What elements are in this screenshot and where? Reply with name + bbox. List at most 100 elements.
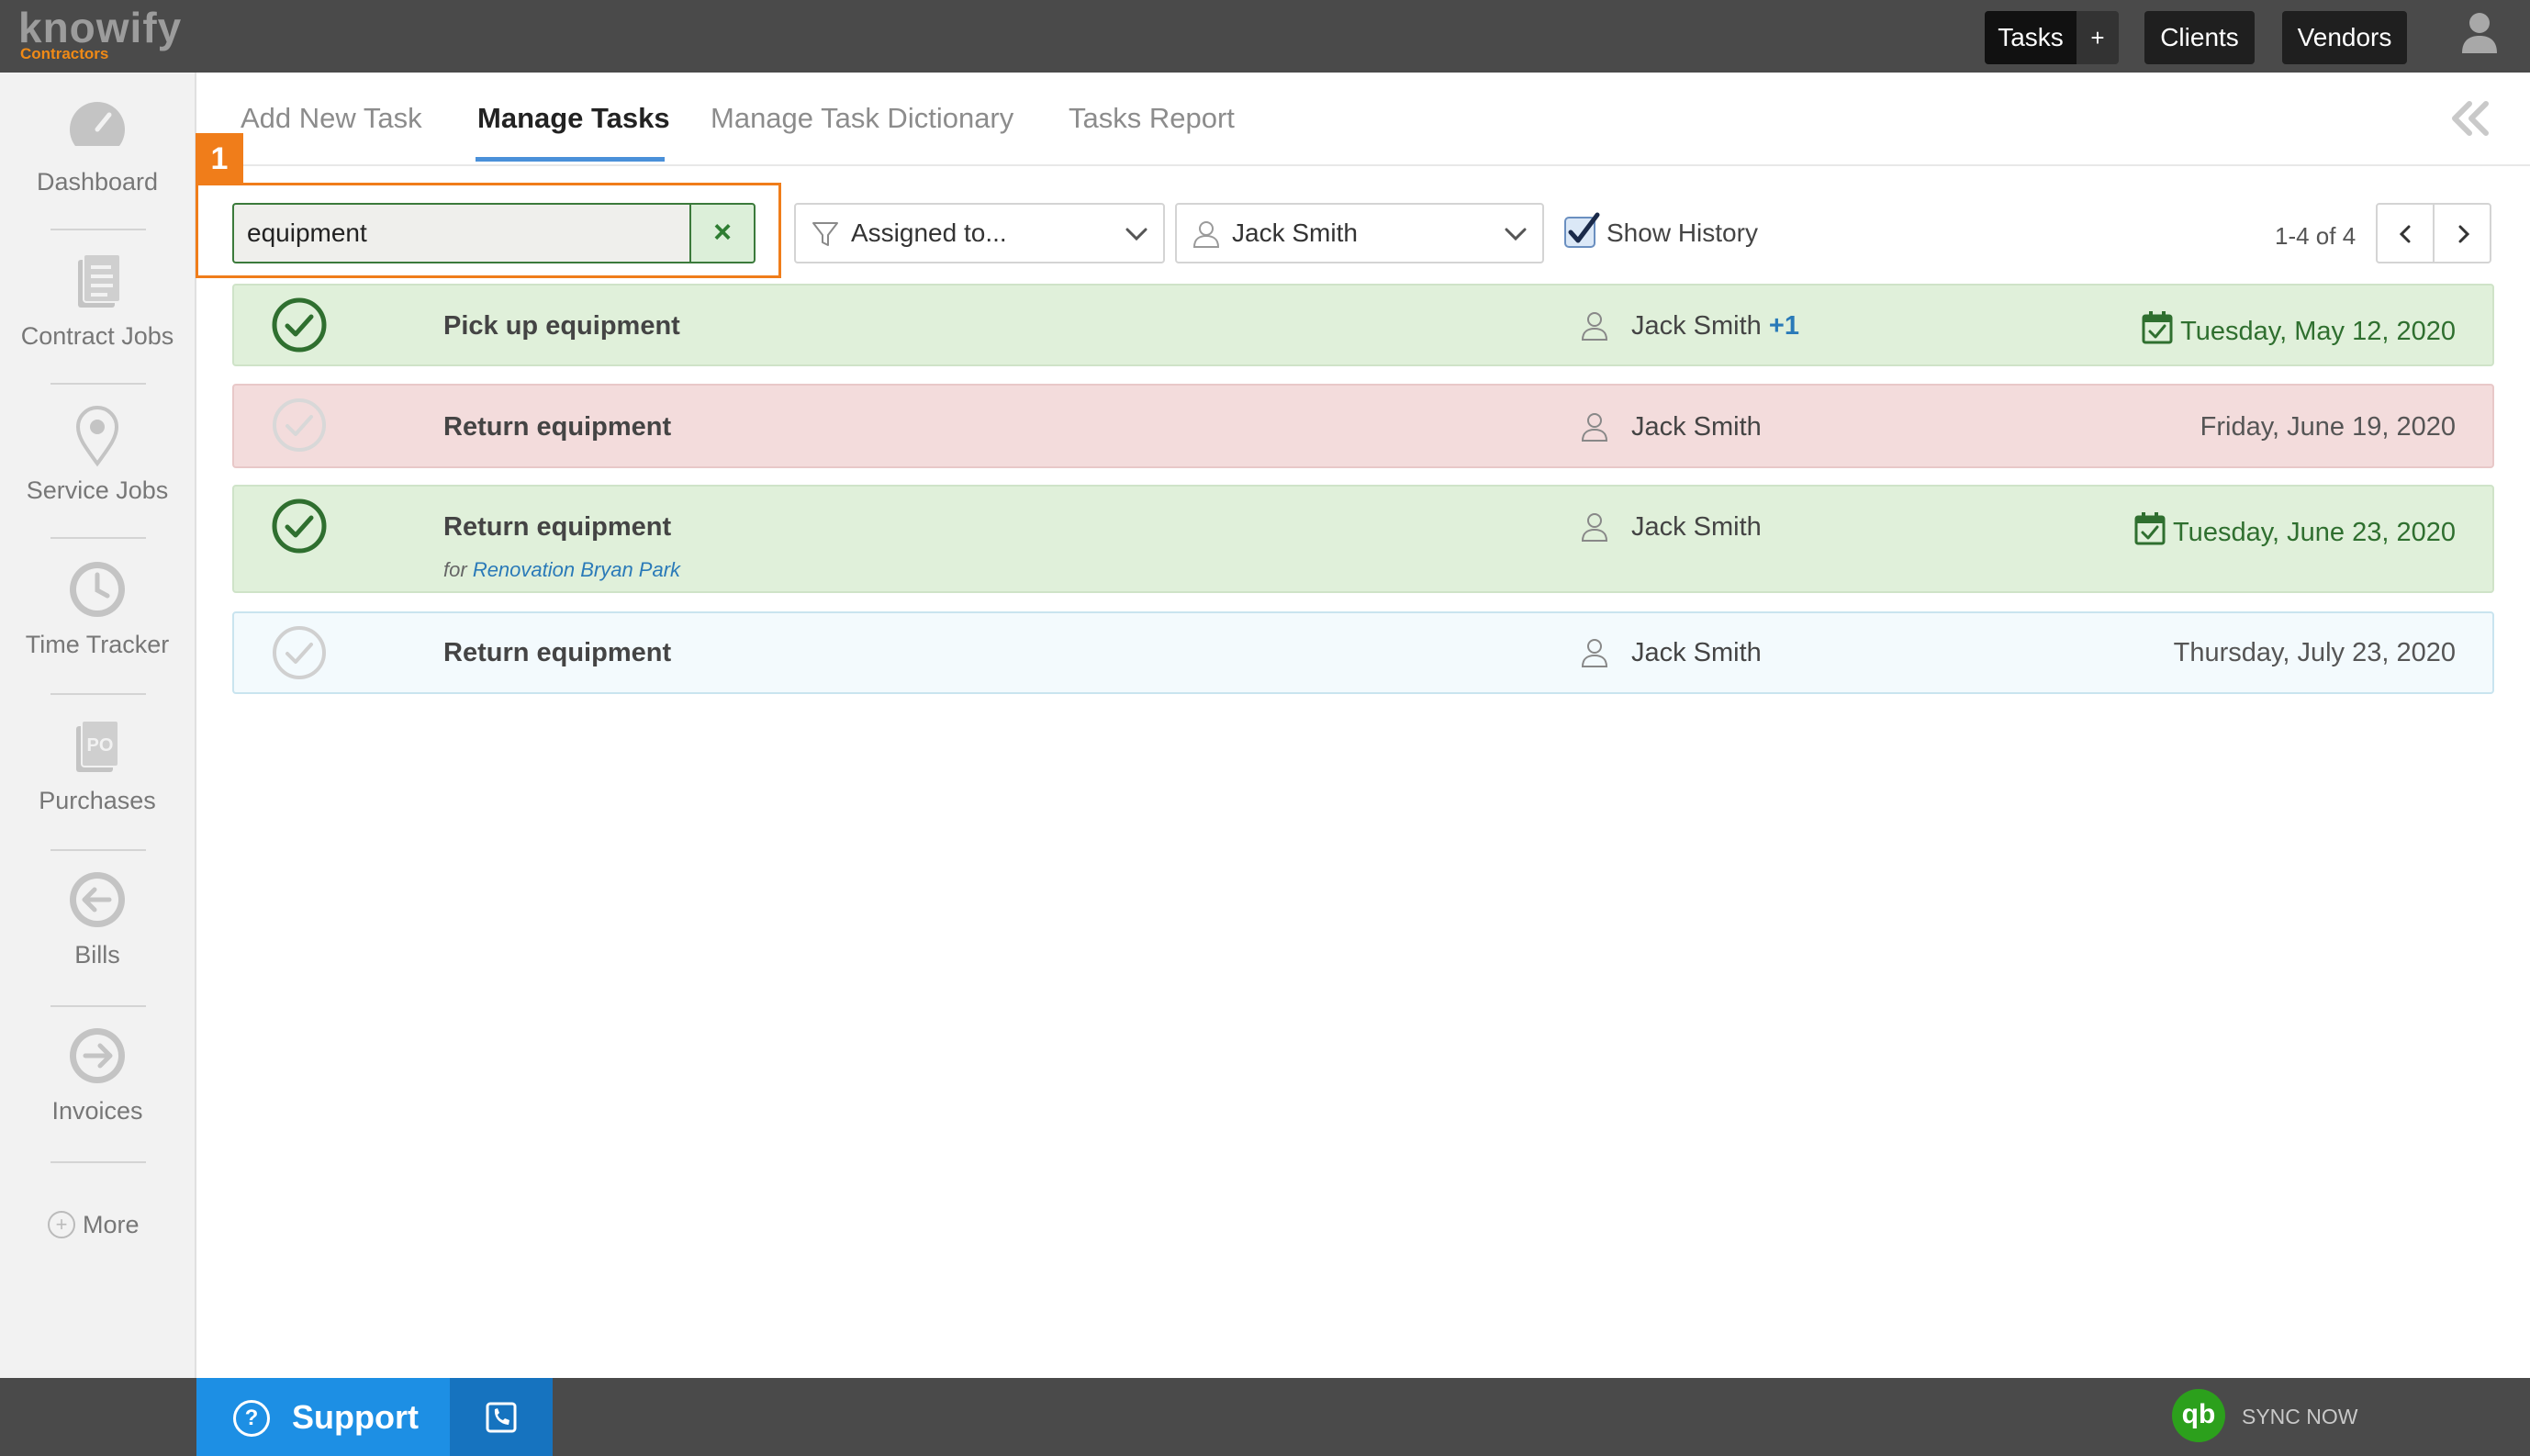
chevron-left-icon <box>2399 225 2411 243</box>
sidebar-divider <box>50 849 146 851</box>
search-input[interactable] <box>232 203 689 263</box>
sidebar-item-label: Invoices <box>51 1097 143 1125</box>
sidebar-more-button[interactable]: + More <box>48 1211 140 1239</box>
sidebar-item-service-jobs[interactable]: Service Jobs <box>0 403 195 505</box>
task-assignee: Jack Smith <box>1631 638 1762 668</box>
arrow-left-circle-icon <box>70 872 125 927</box>
check-circle-icon[interactable] <box>271 397 328 454</box>
tab-add-new-task[interactable]: Add New Task <box>241 102 422 135</box>
sidebar-divider <box>50 229 146 230</box>
sidebar-item-dashboard[interactable]: Dashboard <box>0 95 195 196</box>
assignee-name: Jack Smith <box>1631 638 1762 667</box>
sidebar: Dashboard Contract Jobs Service Jobs Tim… <box>0 73 196 1378</box>
calendar-check-icon <box>2142 311 2173 344</box>
knowify-logo[interactable]: knowify Contractors <box>18 6 182 62</box>
tab-bar: Add New Task Manage Tasks Manage Task Di… <box>196 73 2530 166</box>
check-circle-icon[interactable] <box>271 297 328 353</box>
task-assignee: Jack Smith <box>1631 512 1762 543</box>
date-text: Tuesday, June 23, 2020 <box>2173 518 2456 547</box>
double-chevron-left-icon[interactable] <box>2449 100 2491 137</box>
sidebar-item-contract-jobs[interactable]: Contract Jobs <box>0 249 195 351</box>
check-circle-icon[interactable] <box>271 624 328 681</box>
person-icon <box>1581 413 1608 442</box>
filter-icon <box>812 222 838 246</box>
plus-circle-icon: + <box>48 1211 75 1238</box>
tab-manage-tasks[interactable]: Manage Tasks <box>477 102 670 135</box>
tab-tasks-report[interactable]: Tasks Report <box>1069 102 1235 135</box>
tasks-nav-button[interactable]: Tasks <box>1985 11 2077 64</box>
task-assignee: Jack Smith <box>1631 412 1762 442</box>
po-icon: PO <box>76 720 119 772</box>
task-row[interactable]: Return equipment for Renovation Bryan Pa… <box>232 485 2494 593</box>
next-page-button[interactable] <box>2433 203 2491 263</box>
task-due-date: Tuesday, May 12, 2020 <box>2142 311 2456 347</box>
add-task-button[interactable]: + <box>2077 11 2119 64</box>
user-filter-value: Jack Smith <box>1232 218 1358 247</box>
sidebar-divider <box>50 693 146 695</box>
top-navbar: knowify Contractors Tasks + Clients Vend… <box>0 0 2530 73</box>
assignee-name: Jack Smith <box>1631 512 1762 542</box>
task-row[interactable]: Return equipment Jack Smith Thursday, Ju… <box>232 611 2494 694</box>
task-name[interactable]: Return equipment <box>443 638 671 668</box>
date-text: Thursday, July 23, 2020 <box>2173 638 2456 667</box>
sidebar-item-label: Purchases <box>39 787 156 814</box>
sidebar-item-label: Bills <box>74 941 120 969</box>
chevron-down-icon <box>1505 228 1527 241</box>
clients-nav-button[interactable]: Clients <box>2144 11 2255 64</box>
assigned-to-filter-dropdown[interactable]: Assigned to... <box>794 203 1165 263</box>
task-due-date: Friday, June 19, 2020 <box>2200 412 2456 442</box>
job-link[interactable]: Renovation Bryan Park <box>473 558 680 581</box>
vendors-nav-button[interactable]: Vendors <box>2282 11 2407 64</box>
show-history-checkbox[interactable] <box>1563 212 1600 249</box>
phone-icon <box>486 1402 517 1433</box>
sidebar-divider <box>50 383 146 385</box>
document-icon <box>78 253 121 308</box>
calendar-check-icon <box>2134 512 2166 545</box>
active-tab-indicator <box>476 157 665 162</box>
sidebar-item-time-tracker[interactable]: Time Tracker <box>0 557 195 659</box>
task-name[interactable]: Pick up equipment <box>443 311 680 342</box>
clear-search-button[interactable]: × <box>689 203 756 263</box>
date-text: Tuesday, May 12, 2020 <box>2180 317 2456 346</box>
annotation-number-badge: 1 <box>196 133 243 185</box>
person-icon <box>1192 221 1220 248</box>
sidebar-divider <box>50 537 146 539</box>
clock-icon <box>70 562 125 617</box>
more-label: More <box>83 1211 140 1238</box>
svg-text:PO: PO <box>87 735 114 756</box>
sidebar-item-bills[interactable]: Bills <box>0 868 195 969</box>
task-name[interactable]: Return equipment <box>443 412 671 442</box>
assignee-name: Jack Smith <box>1631 412 1762 442</box>
quickbooks-logo[interactable]: qb <box>2172 1389 2225 1442</box>
for-prefix: for <box>443 558 467 581</box>
support-button[interactable]: ? Support <box>196 1378 450 1456</box>
tab-manage-task-dictionary[interactable]: Manage Task Dictionary <box>711 102 1013 135</box>
check-circle-icon[interactable] <box>271 498 328 554</box>
person-icon <box>1581 513 1608 542</box>
task-assignee: Jack Smith +1 <box>1631 311 1799 342</box>
sidebar-divider <box>50 1005 146 1007</box>
chevron-right-icon <box>2458 225 2470 243</box>
task-row[interactable]: Return equipment Jack Smith Friday, June… <box>232 384 2494 468</box>
task-row[interactable]: Pick up equipment Jack Smith +1 Tuesday,… <box>232 284 2494 366</box>
person-icon <box>1581 639 1608 667</box>
person-icon <box>1581 312 1608 341</box>
task-name[interactable]: Return equipment <box>443 512 671 543</box>
assignee-name: Jack Smith <box>1631 311 1762 341</box>
show-history-label[interactable]: Show History <box>1606 218 1758 248</box>
user-filter-dropdown[interactable]: Jack Smith <box>1175 203 1544 263</box>
user-icon[interactable] <box>2460 11 2499 55</box>
date-text: Friday, June 19, 2020 <box>2200 412 2456 442</box>
sync-now-button[interactable]: SYNC NOW <box>2242 1405 2358 1429</box>
sidebar-divider <box>50 1161 146 1163</box>
sidebar-item-label: Dashboard <box>36 168 159 196</box>
question-circle-icon: ? <box>233 1400 270 1437</box>
phone-support-button[interactable] <box>450 1378 553 1456</box>
task-job-reference: for Renovation Bryan Park <box>443 558 680 582</box>
sidebar-item-invoices[interactable]: Invoices <box>0 1024 195 1126</box>
sidebar-item-label: Contract Jobs <box>20 322 174 350</box>
pagination-label: 1-4 of 4 <box>2275 222 2356 250</box>
additional-assignees-count[interactable]: +1 <box>1769 311 1799 341</box>
sidebar-item-purchases[interactable]: PO Purchases <box>0 713 195 815</box>
previous-page-button[interactable] <box>2376 203 2435 263</box>
